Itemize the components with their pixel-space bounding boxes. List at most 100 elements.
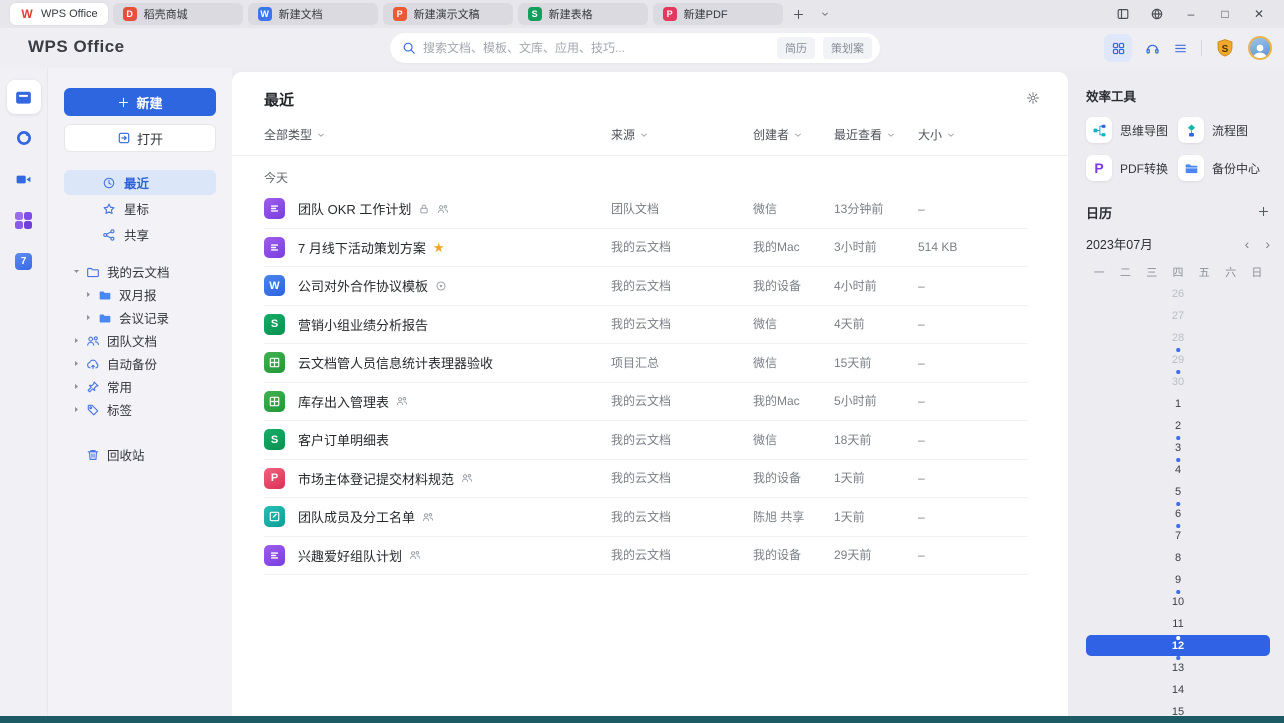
rail-item-documents[interactable] — [6, 80, 41, 114]
caret-right-icon[interactable] — [80, 290, 96, 299]
file-row[interactable]: 云文档管人员信息统计表理器验收 项目汇总 微信 15天前 – — [264, 344, 1028, 383]
calendar-day[interactable]: 27 — [1086, 305, 1270, 326]
app-tab[interactable]: P 新建PDF — [652, 3, 783, 25]
calendar-day[interactable]: 13 — [1086, 657, 1270, 678]
global-search[interactable]: 简历 策划案 — [390, 33, 880, 63]
sidebar-item-trash[interactable]: 回收站 — [64, 443, 216, 466]
new-document-button[interactable]: 新建 — [64, 88, 216, 116]
calendar-day[interactable]: 26 — [1086, 283, 1270, 304]
calendar-day[interactable]: 12 — [1086, 635, 1270, 656]
calendar-day[interactable]: 10 — [1086, 591, 1270, 612]
filter-all-types[interactable]: 全部类型 — [264, 126, 611, 143]
calendar-day[interactable]: 8 — [1086, 547, 1270, 568]
app-tab[interactable]: W 新建文档 — [247, 3, 378, 25]
rail-item-calendar[interactable]: 7 — [7, 244, 41, 278]
tool-backup-folder[interactable]: 备份中心 — [1178, 155, 1270, 181]
rail-item-schedule[interactable] — [7, 121, 41, 155]
file-row[interactable]: 团队 OKR 工作计划 团队文档 微信 13分钟前 – — [264, 190, 1028, 229]
app-tab[interactable]: W WPS Office — [10, 3, 108, 25]
tool-mindmap[interactable]: 思维导图 — [1086, 117, 1178, 143]
app-tab[interactable]: P 新建演示文稿 — [382, 3, 513, 25]
calendar-day[interactable]: 5 — [1086, 481, 1270, 502]
weekday-label: 日 — [1251, 267, 1263, 279]
tab-list-chevron-button[interactable] — [815, 4, 835, 24]
calendar-day[interactable]: 28 — [1086, 327, 1270, 348]
filter-size[interactable]: 大小 — [918, 126, 1028, 143]
file-row[interactable]: 兴趣爱好组队计划 我的云文档 我的设备 29天前 – — [264, 537, 1028, 575]
caret-right-icon[interactable] — [68, 336, 84, 345]
app-tab[interactable]: D 稻壳商城 — [112, 3, 243, 25]
minimize-button[interactable]: – — [1182, 5, 1200, 23]
tool-pdf-convert[interactable]: P PDF转换 — [1086, 155, 1178, 181]
file-row[interactable]: 库存出入管理表 我的云文档 我的Mac 5小时前 – — [264, 383, 1028, 421]
calendar-day[interactable]: 29 — [1086, 349, 1270, 370]
filter-creator[interactable]: 创建者 — [753, 126, 834, 143]
file-name: 兴趣爱好组队计划 — [298, 548, 403, 564]
file-row[interactable]: P 市场主体登记提交材料规范 我的云文档 我的设备 1天前 – — [264, 460, 1028, 498]
calendar-day[interactable]: 30 — [1086, 371, 1270, 392]
file-size-text: – — [918, 355, 925, 370]
calendar-day[interactable]: 2 — [1086, 415, 1270, 436]
rail-item-meeting[interactable] — [7, 162, 41, 196]
search-suggestion-chip[interactable]: 策划案 — [823, 37, 872, 59]
settings-gear-button[interactable] — [1026, 91, 1040, 108]
menu-button[interactable] — [1173, 41, 1188, 56]
close-button[interactable]: ✕ — [1250, 5, 1268, 23]
team-icon — [86, 334, 100, 348]
user-avatar[interactable] — [1248, 36, 1272, 60]
vip-membership-button[interactable]: S — [1215, 38, 1235, 58]
file-row[interactable]: S 营销小组业绩分析报告 我的云文档 微信 4天前 – — [264, 306, 1028, 344]
caret-right-icon[interactable] — [80, 313, 96, 322]
file-type-icon-ss — [264, 352, 285, 374]
caret-right-icon[interactable] — [68, 382, 84, 391]
side-panel-toggle-button[interactable] — [1114, 5, 1132, 23]
file-size: 514 KB — [918, 238, 1028, 256]
calendar-day[interactable]: 4 — [1086, 459, 1270, 480]
calendar-day[interactable]: 9 — [1086, 569, 1270, 590]
filter-last-viewed[interactable]: 最近查看 — [834, 126, 918, 143]
globe-button[interactable] — [1148, 5, 1166, 23]
app-tab[interactable]: S 新建表格 — [517, 3, 648, 25]
sidebar-item-starred[interactable]: 星标 — [64, 196, 216, 221]
rail-item-apps[interactable] — [7, 203, 41, 237]
file-creator: 我的设备 — [753, 277, 834, 295]
tree-item-tags[interactable]: 标签 — [64, 398, 216, 421]
file-creator: 微信 — [753, 315, 834, 333]
calendar-day[interactable]: 1 — [1086, 393, 1270, 414]
calendar-day[interactable]: 11 — [1086, 613, 1270, 634]
apps-grid-button[interactable] — [1104, 34, 1132, 62]
file-row[interactable]: 7 月线下活动策划方案 ★ 我的云文档 我的Mac 3小时前 514 KB — [264, 229, 1028, 267]
tree-item-frequent[interactable]: 常用 — [64, 375, 216, 398]
caret-right-icon[interactable] — [68, 405, 84, 414]
calendar-day[interactable]: 14 — [1086, 679, 1270, 700]
file-row[interactable]: W 公司对外合作协议模板 我的云文档 我的设备 4小时前 – — [264, 267, 1028, 306]
sidebar-item-recent[interactable]: 最近 — [64, 170, 216, 195]
calendar-month-label: 2023年07月 — [1086, 238, 1153, 252]
docer-icon: D — [122, 7, 137, 21]
maximize-button[interactable]: □ — [1216, 5, 1234, 23]
new-tab-button[interactable] — [789, 4, 809, 24]
calendar-day[interactable]: 7 — [1086, 525, 1270, 546]
file-row[interactable]: S 客户订单明细表 我的云文档 微信 18天前 – — [264, 421, 1028, 460]
file-row[interactable]: 团队成员及分工名单 我的云文档 陈旭 共享 1天前 – — [264, 498, 1028, 537]
tool-flowchart[interactable]: 流程图 — [1178, 117, 1270, 143]
caret-right-icon[interactable] — [68, 359, 84, 368]
sidebar-item-shared[interactable]: 共享 — [64, 222, 216, 247]
file-creator-text: 我的Mac — [753, 394, 800, 409]
tree-item-auto-backup[interactable]: 自动备份 — [64, 352, 216, 375]
caret-down-icon[interactable] — [68, 267, 84, 276]
add-event-button[interactable] — [1257, 205, 1270, 221]
calendar-prev-button[interactable]: ‹ — [1245, 237, 1250, 251]
support-button[interactable] — [1145, 41, 1160, 56]
filter-source[interactable]: 来源 — [611, 126, 753, 143]
tree-item-meeting-notes[interactable]: 会议记录 — [64, 306, 216, 329]
open-file-button[interactable]: 打开 — [64, 124, 216, 152]
calendar-day[interactable]: 3 — [1086, 437, 1270, 458]
tree-item-team-docs[interactable]: 团队文档 — [64, 329, 216, 352]
search-suggestion-chip[interactable]: 简历 — [777, 37, 815, 59]
tree-item-my-cloud-docs[interactable]: 我的云文档 — [64, 260, 216, 283]
tree-item-bimonthly-report[interactable]: 双月报 — [64, 283, 216, 306]
calendar-day[interactable]: 6 — [1086, 503, 1270, 524]
search-input[interactable] — [423, 41, 769, 55]
calendar-next-button[interactable]: › — [1265, 237, 1270, 251]
